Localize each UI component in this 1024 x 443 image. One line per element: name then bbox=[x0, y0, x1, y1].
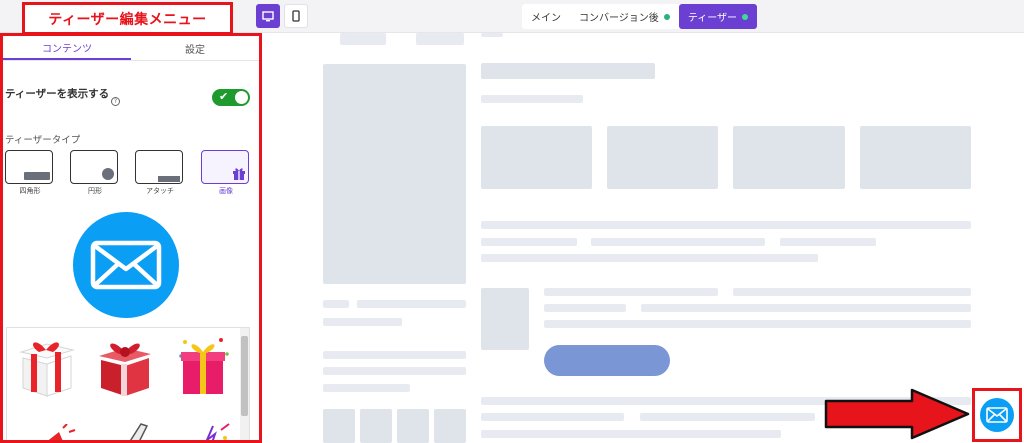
skeleton-text bbox=[357, 300, 466, 308]
gallery-scrollbar[interactable] bbox=[240, 328, 249, 440]
skeleton-text bbox=[481, 95, 583, 103]
speaker-icon[interactable] bbox=[121, 420, 157, 443]
skeleton-tile bbox=[397, 409, 429, 443]
gift-icon bbox=[233, 168, 245, 180]
editor-title-callout: ティーザー編集メニュー bbox=[22, 2, 233, 35]
skeleton-tile bbox=[434, 409, 466, 443]
status-dot bbox=[663, 13, 670, 20]
toggle-knob bbox=[235, 91, 248, 104]
type-name-circle: 円形 bbox=[88, 187, 102, 195]
skeleton-block bbox=[416, 33, 464, 45]
tab-settings[interactable]: 設定 bbox=[131, 36, 259, 60]
skeleton-text bbox=[641, 304, 971, 312]
skeleton-text bbox=[481, 413, 624, 421]
panel-tabs: コンテンツ 設定 bbox=[3, 36, 259, 61]
skeleton-text bbox=[780, 238, 876, 246]
skeleton-text bbox=[544, 320, 971, 328]
editor-title: ティーザー編集メニュー bbox=[48, 11, 207, 28]
skeleton-block bbox=[340, 33, 386, 45]
editor-root: メイン コンバージョン後 ティーザー ティーザー編集メニュー コンテンツ 設定 … bbox=[0, 0, 1024, 443]
skeleton-text bbox=[323, 318, 402, 326]
tab-main-label: メイン bbox=[531, 13, 561, 24]
gift-magenta-confetti-icon[interactable] bbox=[173, 332, 233, 398]
skeleton-image bbox=[323, 64, 466, 284]
skeleton-tile bbox=[323, 409, 355, 443]
tab-teaser[interactable]: ティーザー bbox=[678, 4, 758, 29]
check-icon: ✔ bbox=[219, 90, 229, 103]
skeleton-card bbox=[481, 126, 592, 189]
mobile-icon bbox=[292, 10, 300, 22]
skeleton-text bbox=[591, 238, 765, 246]
tab-contents[interactable]: コンテンツ bbox=[3, 36, 131, 60]
megaphone-icon[interactable] bbox=[37, 424, 77, 443]
skeleton-text bbox=[481, 238, 577, 246]
red-arrow-icon bbox=[824, 388, 970, 440]
skeleton-heading bbox=[481, 63, 655, 79]
tab-settings-label: 設定 bbox=[185, 44, 205, 56]
type-card-square[interactable] bbox=[5, 150, 53, 184]
skeleton-text bbox=[323, 384, 410, 392]
skeleton-text bbox=[481, 221, 971, 229]
skeleton-card bbox=[860, 126, 971, 189]
skeleton-card bbox=[733, 126, 845, 189]
skeleton-text bbox=[640, 413, 815, 421]
teaser-type-label: ティーザータイプ bbox=[5, 135, 81, 146]
desktop-icon bbox=[262, 10, 274, 21]
skeleton-text bbox=[323, 300, 349, 308]
teaser-edit-panel: コンテンツ 設定 ティーザーを表示する ? ✔ ティーザータイプ 四角形 円形 … bbox=[0, 33, 262, 443]
tab-after-conversion[interactable]: コンバージョン後 bbox=[570, 4, 679, 29]
gift-white-red-icon[interactable] bbox=[17, 336, 75, 398]
show-teaser-label: ティーザーを表示する bbox=[5, 88, 110, 100]
skeleton-card bbox=[607, 126, 718, 189]
envelope-icon bbox=[90, 240, 162, 290]
envelope-icon bbox=[986, 407, 1008, 423]
skeleton-text bbox=[733, 288, 971, 296]
square-teaser-shape bbox=[24, 172, 50, 180]
mobile-view-button[interactable] bbox=[284, 4, 308, 28]
gallery-scroll-thumb[interactable] bbox=[241, 336, 248, 416]
floating-teaser-button[interactable] bbox=[980, 398, 1014, 432]
skeleton-text bbox=[481, 254, 818, 262]
skeleton-thumbnail bbox=[481, 288, 529, 350]
skeleton-text bbox=[323, 367, 466, 375]
skeleton-text bbox=[481, 430, 781, 438]
teaser-preview-image bbox=[73, 212, 179, 318]
tab-teaser-label: ティーザー bbox=[687, 13, 738, 24]
floating-teaser-callout bbox=[972, 388, 1022, 442]
type-name-attach: アタッチ bbox=[146, 187, 174, 195]
skeleton-text bbox=[544, 288, 718, 296]
type-name-image: 画像 bbox=[219, 187, 233, 195]
status-dot bbox=[742, 13, 749, 20]
image-gallery[interactable] bbox=[6, 327, 250, 443]
show-teaser-toggle[interactable]: ✔ bbox=[212, 89, 250, 106]
tab-contents-label: コンテンツ bbox=[42, 43, 92, 55]
help-icon[interactable]: ? bbox=[111, 97, 120, 106]
sparkle-icon[interactable] bbox=[203, 420, 231, 443]
skeleton-tile bbox=[360, 409, 392, 443]
skeleton-text bbox=[323, 351, 466, 359]
desktop-view-button[interactable] bbox=[256, 4, 280, 28]
circle-teaser-shape bbox=[102, 168, 114, 180]
attach-teaser-shape bbox=[158, 176, 180, 182]
tab-main[interactable]: メイン bbox=[522, 4, 570, 29]
type-name-square: 四角形 bbox=[19, 187, 41, 195]
cta-button-placeholder[interactable] bbox=[544, 345, 670, 376]
tab-after-conversion-label: コンバージョン後 bbox=[579, 13, 659, 24]
skeleton-block bbox=[481, 33, 503, 37]
type-card-attach[interactable] bbox=[135, 150, 183, 184]
gift-red-pattern-icon[interactable] bbox=[95, 334, 155, 398]
skeleton-text bbox=[544, 304, 626, 312]
mode-tabs: メイン コンバージョン後 ティーザー bbox=[522, 4, 758, 29]
type-card-circle[interactable] bbox=[70, 150, 118, 184]
type-card-image[interactable] bbox=[201, 150, 249, 184]
